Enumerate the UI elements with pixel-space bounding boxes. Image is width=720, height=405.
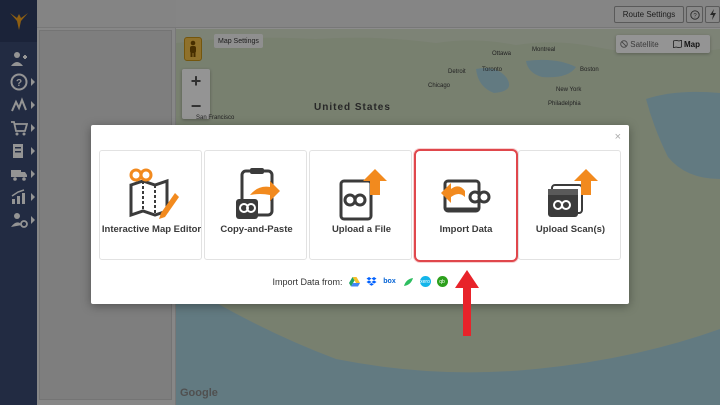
box-icon[interactable]: box <box>383 276 397 287</box>
option-label: Copy-and-Paste <box>220 224 293 235</box>
map-editor-icon <box>100 165 203 223</box>
google-drive-icon[interactable] <box>348 276 360 287</box>
upload-scan-icon <box>519 165 622 223</box>
option-label: Interactive Map Editor <box>101 224 202 235</box>
annotation-arrow-icon <box>455 270 479 336</box>
add-orders-modal: × Interactive Map Editor Copy-and-Paste … <box>91 125 629 304</box>
import-sources-row: Import Data from: box xero qb <box>91 276 629 287</box>
option-import-data[interactable]: Import Data <box>414 149 518 262</box>
upload-file-icon <box>310 165 413 223</box>
option-upload-file[interactable]: Upload a File <box>309 150 412 260</box>
xero-icon[interactable]: xero <box>419 276 431 287</box>
import-data-icon <box>416 165 516 223</box>
close-button[interactable]: × <box>615 131 621 143</box>
clipboard-icon <box>205 165 308 223</box>
quickbooks-icon[interactable]: qb <box>436 276 448 287</box>
import-from-label: Import Data from: <box>272 276 343 287</box>
evernote-icon[interactable] <box>403 276 414 287</box>
option-interactive-map-editor[interactable]: Interactive Map Editor <box>99 150 202 260</box>
option-label: Upload Scan(s) <box>535 224 606 235</box>
option-label: Upload a File <box>331 224 392 235</box>
option-upload-scans[interactable]: Upload Scan(s) <box>518 150 621 260</box>
dropbox-icon[interactable] <box>366 276 377 287</box>
option-label: Import Data <box>439 224 493 235</box>
option-copy-and-paste[interactable]: Copy-and-Paste <box>204 150 307 260</box>
